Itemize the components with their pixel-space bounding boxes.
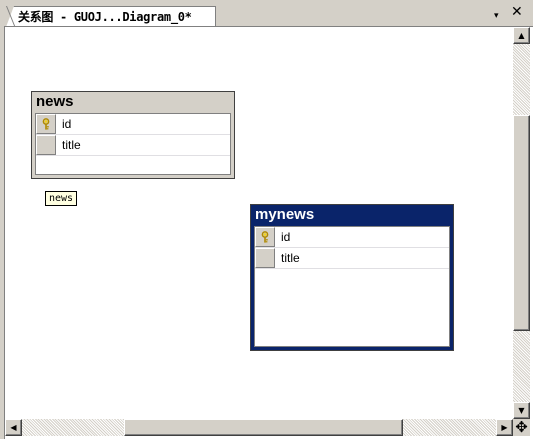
column-row-title[interactable]: title — [36, 135, 230, 156]
scroll-down-button[interactable]: ▼ — [513, 402, 530, 419]
row-selector[interactable] — [36, 135, 56, 155]
table-news-columns: id title — [35, 113, 231, 175]
vertical-scroll-thumb[interactable] — [513, 115, 530, 331]
column-label: id — [281, 230, 291, 244]
key-icon[interactable] — [255, 227, 275, 247]
column-label: title — [62, 138, 81, 152]
navigate-pan-icon[interactable]: ✥ — [513, 419, 530, 436]
column-label: title — [281, 251, 300, 265]
column-label: id — [62, 117, 72, 131]
table-mynews-columns: id title — [254, 226, 450, 347]
diagram-canvas[interactable]: news id title news mynews id title — [5, 27, 513, 419]
column-row-id[interactable]: id — [255, 227, 449, 248]
key-icon — [261, 231, 269, 243]
table-mynews-title[interactable]: mynews — [251, 205, 453, 225]
key-icon — [42, 118, 50, 130]
scroll-left-button[interactable]: ◀ — [5, 419, 22, 436]
table-news[interactable]: news id title — [31, 91, 235, 179]
column-row-id[interactable]: id — [36, 114, 230, 135]
column-row-title[interactable]: title — [255, 248, 449, 269]
key-icon[interactable] — [36, 114, 56, 134]
horizontal-scroll-thumb[interactable] — [124, 419, 403, 436]
row-selector[interactable] — [255, 248, 275, 268]
scroll-right-button[interactable]: ▶ — [496, 419, 513, 436]
close-icon[interactable]: ✕ — [511, 5, 523, 19]
scroll-up-button[interactable]: ▲ — [513, 27, 530, 44]
horizontal-scrollbar[interactable]: ◀ ▶ — [5, 419, 513, 436]
table-news-title[interactable]: news — [32, 92, 234, 112]
document-tab-title[interactable]: 关系图 - GUOJ...Diagram_0* — [18, 8, 192, 25]
annotation-label[interactable]: news — [45, 191, 78, 206]
vertical-scrollbar[interactable]: ▲ ▼ — [513, 27, 530, 419]
table-mynews[interactable]: mynews id title — [250, 204, 454, 351]
document-tab-strip: 关系图 - GUOJ...Diagram_0* ▾ ✕ — [0, 0, 533, 27]
window-list-dropdown-icon[interactable]: ▾ — [494, 9, 499, 23]
